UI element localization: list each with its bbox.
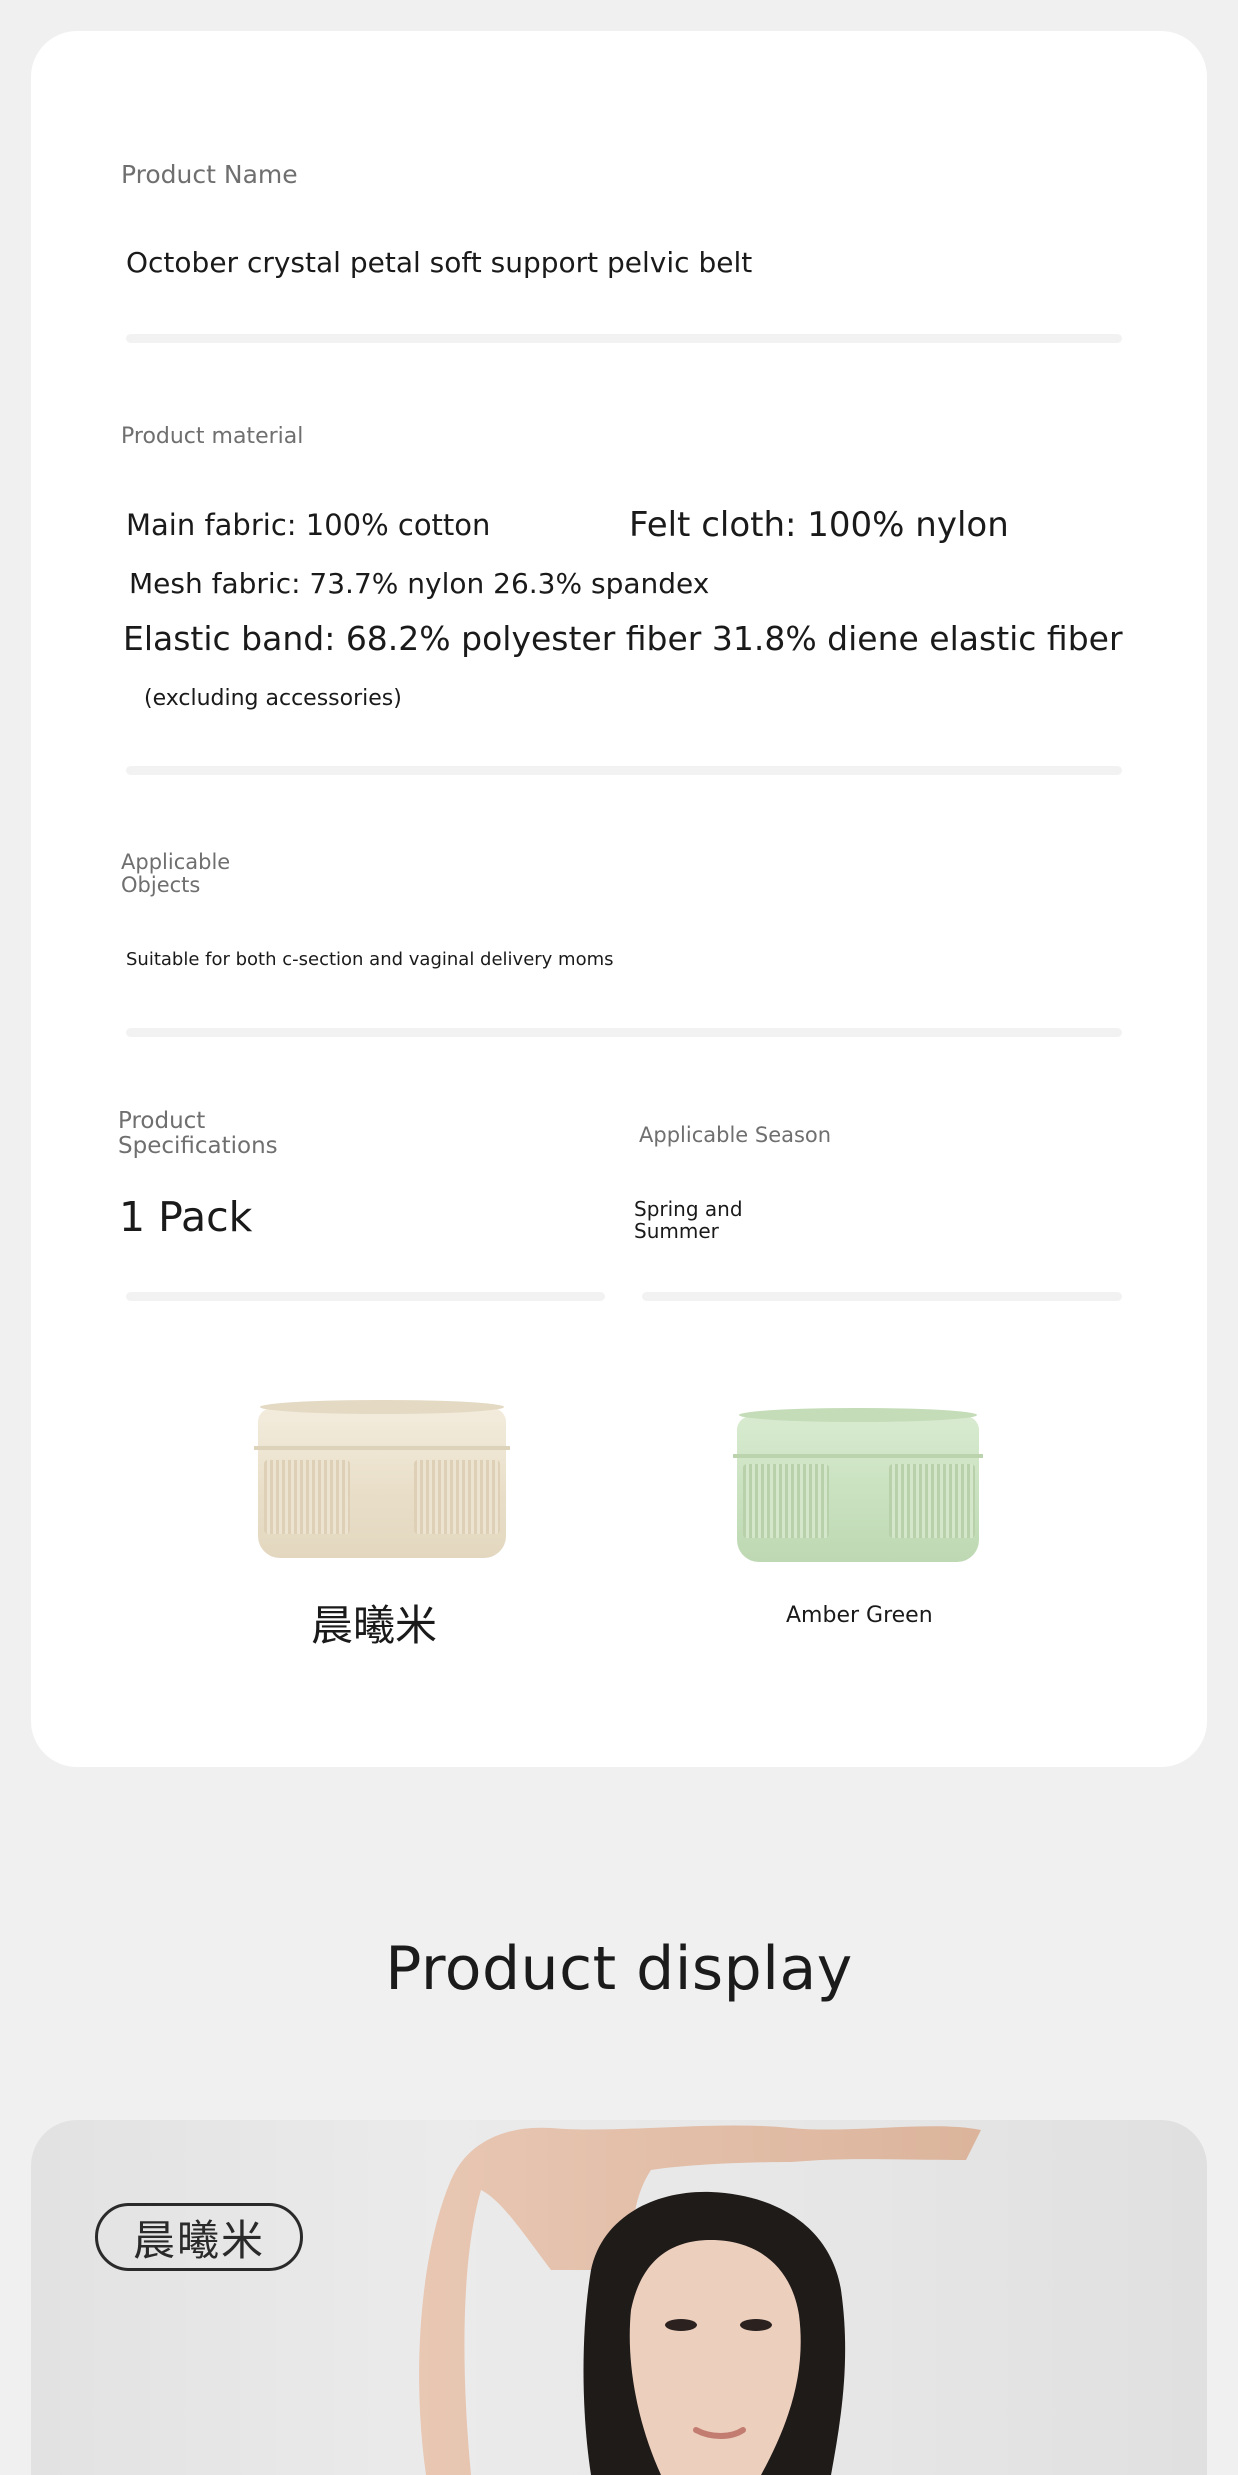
material-elastic-band: Elastic band: 68.2% polyester fiber 31.8…	[123, 619, 1123, 658]
belt-rim	[260, 1400, 504, 1414]
product-material-label: Product material	[121, 424, 304, 449]
divider	[642, 1292, 1122, 1301]
belt-mesh-panel	[414, 1460, 500, 1534]
belt-mesh-panel	[889, 1464, 975, 1538]
belt-strip	[254, 1446, 510, 1450]
belt-mesh-panel	[264, 1460, 350, 1534]
product-image-beige[interactable]	[254, 1398, 510, 1564]
belt-rim	[739, 1408, 977, 1422]
material-note: (excluding accessories)	[144, 686, 402, 711]
product-spec-card	[31, 31, 1207, 1767]
material-felt-cloth: Felt cloth: 100% nylon	[629, 505, 1009, 545]
material-mesh-fabric: Mesh fabric: 73.7% nylon 26.3% spandex	[129, 567, 710, 600]
divider	[126, 334, 1122, 343]
model-figure	[419, 2125, 981, 2475]
product-display-heading: Product display	[385, 1934, 853, 2004]
belt-strip	[733, 1454, 983, 1458]
applicable-objects-label: Applicable Objects	[121, 850, 231, 897]
divider	[126, 1292, 605, 1301]
divider	[126, 1028, 1122, 1037]
applicable-season-label: Applicable Season	[639, 1123, 832, 1147]
product-name-label: Product Name	[121, 160, 298, 189]
divider	[126, 766, 1122, 775]
product-name-value: October crystal petal soft support pelvi…	[126, 246, 753, 279]
product-display-photo: 晨曦米	[31, 2120, 1207, 2475]
color-name-green: Amber Green	[786, 1603, 933, 1628]
product-image-green[interactable]	[733, 1408, 983, 1566]
product-specifications-value: 1 Pack	[119, 1193, 253, 1241]
belt-mesh-panel	[743, 1464, 829, 1538]
applicable-season-value: Spring and Summer	[634, 1197, 743, 1243]
applicable-objects-value: Suitable for both c-section and vaginal …	[126, 949, 614, 970]
product-specifications-label: Product Specifications	[118, 1108, 278, 1159]
color-name-beige: 晨曦米	[311, 1601, 438, 1650]
material-main-fabric: Main fabric: 100% cotton	[126, 508, 491, 542]
